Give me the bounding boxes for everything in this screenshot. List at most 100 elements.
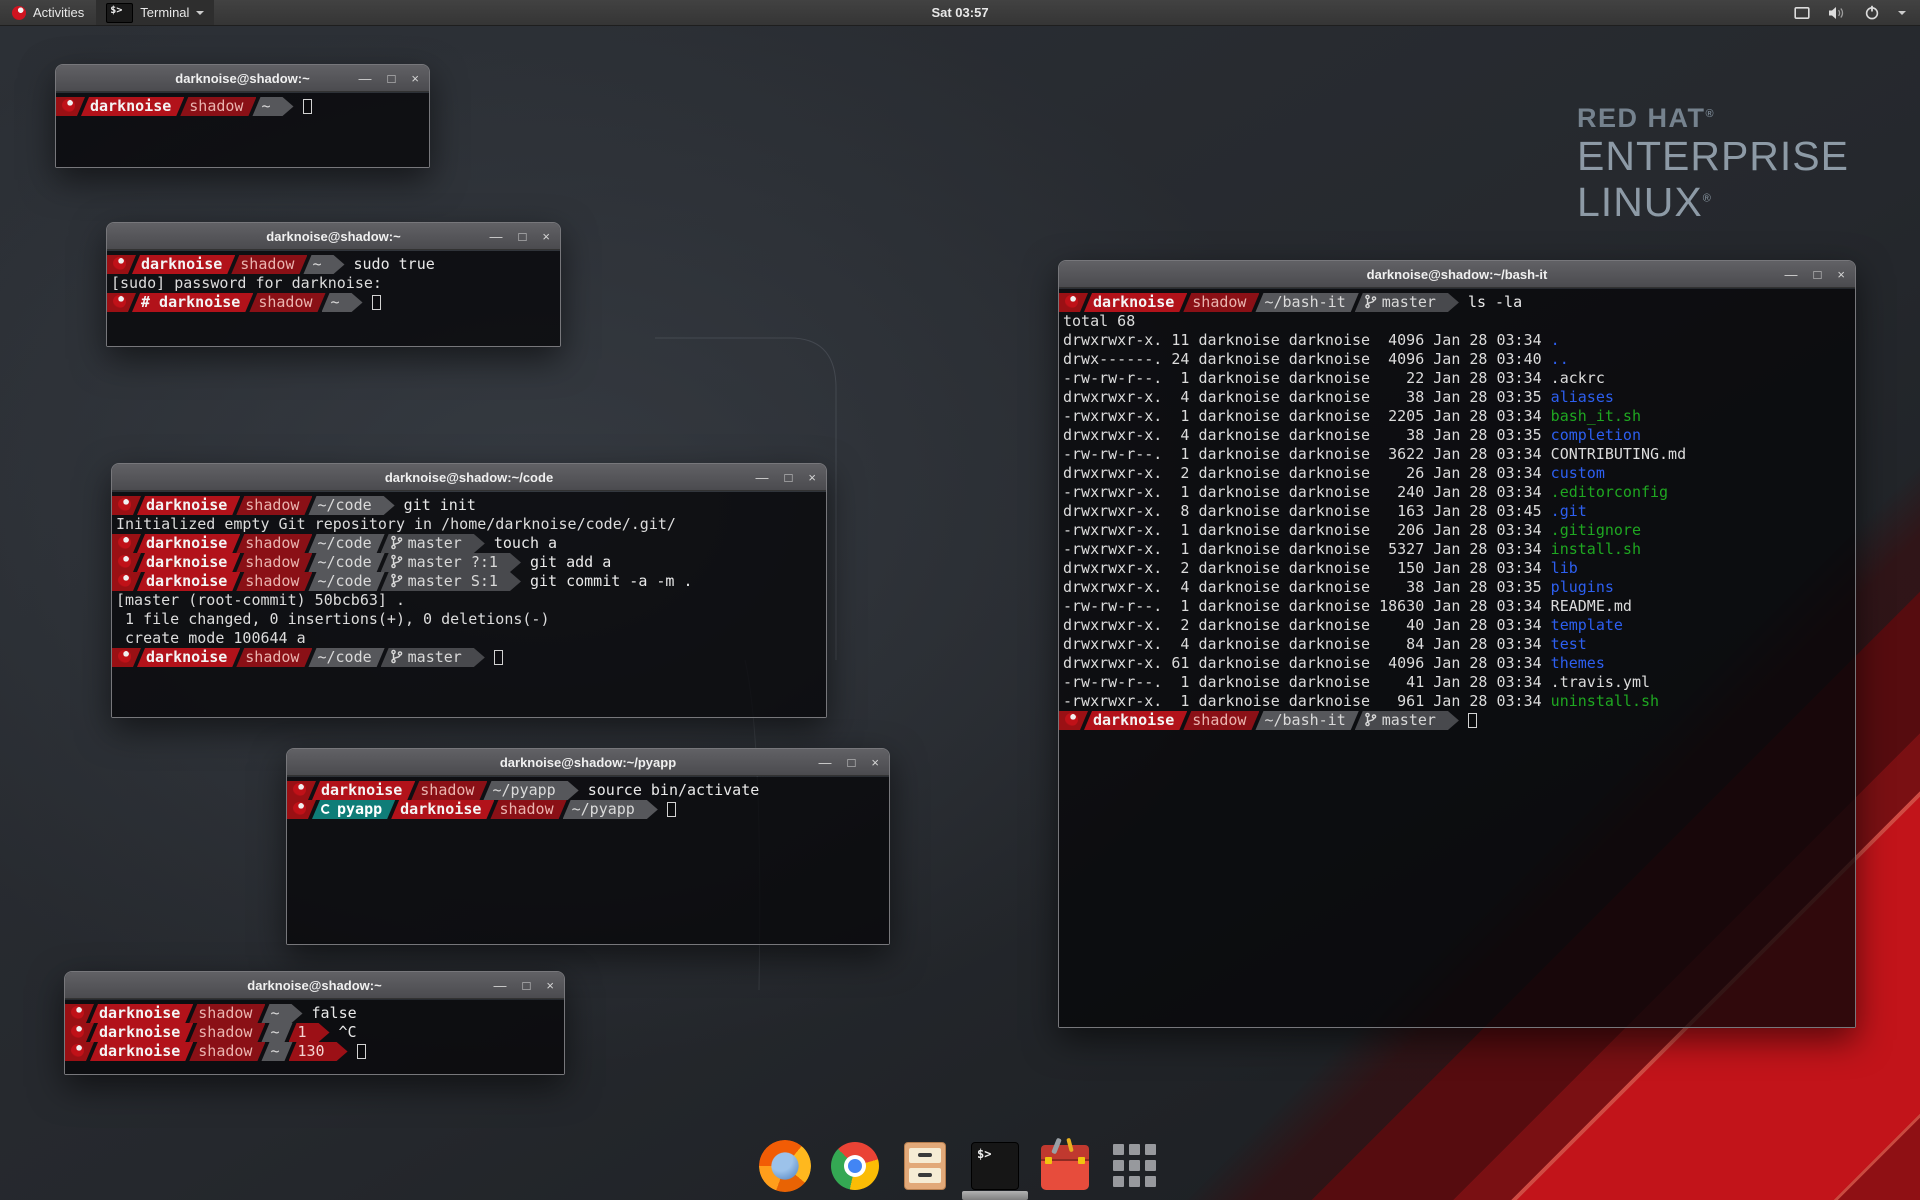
- command-text: source bin/activate: [588, 781, 760, 799]
- output-text: -rw-rw-r--. 1 darknoise darknoise 41 Jan…: [1059, 673, 1650, 691]
- terminal-window-term-pyapp[interactable]: darknoise@shadow:~/pyapp—□×darknoiseshad…: [286, 748, 890, 945]
- terminal-line: darknoiseshadow~/pyappsource bin/activat…: [287, 781, 889, 800]
- output-text: drwxrwxr-x. 2 darknoise darknoise 26 Jan…: [1059, 464, 1551, 482]
- terminal-body[interactable]: darknoiseshadow~/pyappsource bin/activat…: [287, 777, 889, 944]
- filename-text: test: [1551, 635, 1587, 653]
- terminal-cursor: [1468, 713, 1477, 728]
- close-button[interactable]: ×: [411, 72, 419, 85]
- maximize-button[interactable]: □: [1814, 268, 1822, 281]
- minimize-button[interactable]: —: [1785, 268, 1798, 281]
- decor: [1145, 1176, 1156, 1187]
- prompt-start-segment: [1059, 711, 1088, 730]
- decor: [392, 650, 402, 662]
- window-titlebar[interactable]: darknoise@shadow:~—□×: [107, 223, 560, 250]
- filename-text: completion: [1551, 426, 1641, 444]
- window-titlebar[interactable]: darknoise@shadow:~/pyapp—□×: [287, 749, 889, 776]
- terminal-line: drwxrwxr-x. 11 darknoise darknoise 4096 …: [1059, 331, 1855, 350]
- terminal-line: darknoiseshadow~/bash-itmaster: [1059, 711, 1855, 730]
- terminal-line: -rwxrwxr-x. 1 darknoise darknoise 961 Ja…: [1059, 692, 1855, 711]
- window-controls: — □ ×: [359, 65, 419, 92]
- filename-text: .gitignore: [1551, 521, 1641, 539]
- toolbox-dock-icon[interactable]: [1039, 1140, 1091, 1192]
- output-text: -rwxrwxr-x. 1 darknoise darknoise 5327 J…: [1059, 540, 1551, 558]
- close-button[interactable]: ×: [546, 979, 554, 992]
- minimize-button[interactable]: —: [494, 979, 507, 992]
- terminal-window-term-home-2[interactable]: darknoise@shadow:~—□×darknoiseshadow~sud…: [106, 222, 561, 347]
- decor: [1113, 1176, 1124, 1187]
- files-dock-icon[interactable]: [899, 1140, 951, 1192]
- window-controls: — □ ×: [819, 749, 879, 776]
- terminal-line: darknoiseshadow~130: [65, 1042, 564, 1061]
- maximize-button[interactable]: □: [523, 979, 531, 992]
- decor: [1129, 1176, 1140, 1187]
- prompt-start-segment: [1059, 293, 1088, 312]
- output-text: -rw-rw-r--. 1 darknoise darknoise 18630 …: [1059, 597, 1632, 615]
- prompt-start-segment: [107, 293, 136, 312]
- terminal-window-term-bashit[interactable]: darknoise@shadow:~/bash-it—□×darknoisesh…: [1058, 260, 1856, 1028]
- output-text: drwxrwxr-x. 4 darknoise darknoise 38 Jan…: [1059, 426, 1551, 444]
- terminal-window-term-home-3[interactable]: darknoise@shadow:~— □ × darknoiseshadow~fal…: [64, 971, 565, 1075]
- maximize-button[interactable]: □: [388, 72, 396, 85]
- prompt-segment-gray: ~: [252, 97, 293, 116]
- window-controls: — □ ×: [490, 223, 550, 250]
- close-button[interactable]: ×: [542, 230, 550, 243]
- close-button[interactable]: ×: [871, 756, 879, 769]
- maximize-button[interactable]: □: [785, 471, 793, 484]
- command-text: git init: [404, 496, 476, 514]
- terminal-body[interactable]: darknoiseshadow~/codegit initInitialized…: [112, 492, 826, 717]
- terminal-line: darknoiseshadow~/codegit init: [112, 496, 826, 515]
- filename-text: uninstall.sh: [1551, 692, 1659, 710]
- minimize-button[interactable]: —: [756, 471, 769, 484]
- app-grid-dock-icon[interactable]: [1109, 1140, 1161, 1192]
- rhel-logo-linux: LINUX®: [1577, 180, 1849, 226]
- terminal-body[interactable]: darknoiseshadow~/bash-itmasterls -latota…: [1059, 289, 1855, 1027]
- terminal-line: -rw-rw-r--. 1 darknoise darknoise 41 Jan…: [1059, 673, 1855, 692]
- terminal-dock-icon[interactable]: [969, 1140, 1021, 1192]
- maximize-button[interactable]: □: [848, 756, 856, 769]
- caret-down-icon: [196, 11, 204, 15]
- activities-button[interactable]: Activities: [0, 0, 96, 25]
- firefox-dock-icon[interactable]: [759, 1140, 811, 1192]
- prompt-segment-gray: ~: [322, 293, 363, 312]
- terminal-window-term-code[interactable]: darknoise@shadow:~/code—□×darknoiseshado…: [111, 463, 827, 718]
- prompt-segment-red: darknoise: [132, 255, 235, 274]
- terminal-line: pyappdarknoiseshadow~/pyapp: [287, 800, 889, 819]
- terminal-body[interactable]: darknoiseshadow~: [56, 93, 429, 167]
- registered-mark: ®: [1703, 192, 1712, 204]
- decor: [398, 557, 401, 560]
- prompt-segment-dgray: master: [1355, 293, 1459, 312]
- terminal-line: 1 file changed, 0 insertions(+), 0 delet…: [112, 610, 826, 629]
- clock[interactable]: Sat 03:57: [931, 5, 988, 20]
- terminal-body[interactable]: darknoiseshadow~sudo true[sudo] password…: [107, 251, 560, 346]
- window-titlebar[interactable]: darknoise@shadow:~— □ ×: [65, 972, 564, 999]
- decor: [1795, 7, 1809, 17]
- close-button[interactable]: ×: [808, 471, 816, 484]
- window-title: darknoise@shadow:~: [65, 972, 564, 999]
- rhel-brand-text: RED HAT: [1577, 103, 1706, 133]
- terminal-body[interactable]: darknoiseshadow~falsedarknoiseshadow~1^C…: [65, 1000, 564, 1074]
- close-button[interactable]: ×: [1837, 268, 1845, 281]
- app-menu-terminal[interactable]: Terminal: [96, 0, 214, 25]
- prompt-start-segment: [112, 648, 141, 667]
- redhat-icon: [113, 295, 126, 308]
- prompt-segment-red: darknoise: [1084, 293, 1187, 312]
- terminal-cursor: [357, 1044, 366, 1059]
- prompt-segment-red: darknoise: [90, 1042, 193, 1061]
- window-titlebar[interactable]: darknoise@shadow:~/code—□×: [112, 464, 826, 491]
- chrome-dock-icon[interactable]: [829, 1140, 881, 1192]
- maximize-button[interactable]: □: [519, 230, 527, 243]
- window-titlebar[interactable]: darknoise@shadow:~/bash-it—□×: [1059, 261, 1855, 288]
- terminal-window-term-home-1[interactable]: darknoise@shadow:~—□×darknoiseshadow~: [55, 64, 430, 168]
- minimize-button[interactable]: —: [359, 72, 372, 85]
- system-status-area[interactable]: [1794, 0, 1920, 25]
- window-titlebar[interactable]: darknoise@shadow:~—□×: [56, 65, 429, 92]
- minimize-button[interactable]: —: [490, 230, 503, 243]
- decor: [1366, 722, 1369, 725]
- terminal-line: drwxrwxr-x. 61 darknoise darknoise 4096 …: [1059, 654, 1855, 673]
- decor: [759, 1140, 811, 1192]
- git-branch-icon: [390, 649, 403, 664]
- redhat-icon: [118, 498, 131, 511]
- terminal-line: darknoiseshadow~/bash-itmasterls -la: [1059, 293, 1855, 312]
- minimize-button[interactable]: —: [819, 756, 832, 769]
- prompt-segment-darkred: shadow: [236, 534, 312, 553]
